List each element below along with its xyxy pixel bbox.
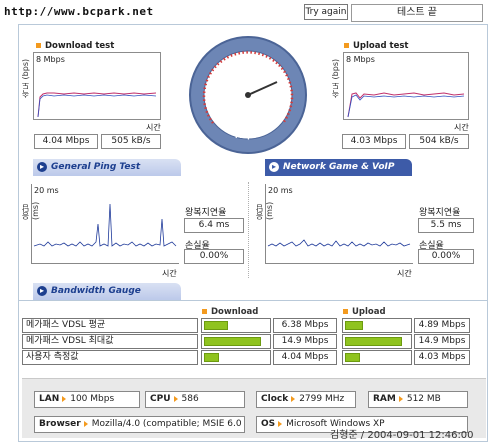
tab-game-voip[interactable]: ▸ Network Game & VoIP Test bbox=[265, 159, 412, 189]
arrow-right-icon bbox=[278, 420, 283, 427]
download-chart-svg bbox=[37, 92, 157, 118]
ping-left-latency-label: 왕복지연율 bbox=[185, 208, 227, 218]
lan-label: LAN bbox=[39, 394, 60, 404]
bw-download-bar bbox=[201, 318, 271, 333]
ping-right-latency-value: 5.5 ms bbox=[418, 218, 474, 233]
bw-upload-bar-fill bbox=[345, 353, 360, 362]
upload-speed-bps: 4.03 Mbps bbox=[342, 134, 406, 149]
download-speed-kBps: 505 kB/s bbox=[101, 134, 161, 149]
upload-xlabel: 시간 bbox=[454, 123, 469, 132]
gauge-unit-label: MBps bbox=[235, 132, 257, 140]
lan-value: 100 Mbps bbox=[70, 394, 115, 404]
section-divider bbox=[248, 182, 249, 278]
bw-download-bar bbox=[201, 334, 271, 349]
ram-info: RAM 512 MB bbox=[368, 391, 468, 408]
clock-value: 2799 MHz bbox=[299, 394, 345, 404]
speed-gauge: MBps bbox=[189, 36, 307, 154]
bw-download-bar-fill bbox=[204, 337, 261, 346]
arrow-right-icon bbox=[173, 395, 178, 402]
bw-download-bar-fill bbox=[204, 321, 228, 330]
lan-info: LAN 100 Mbps bbox=[34, 391, 140, 408]
tab-general-ping[interactable]: ▸ General Ping Test bbox=[33, 159, 181, 176]
upload-title: Upload test bbox=[344, 41, 408, 51]
bullet-icon bbox=[344, 43, 349, 48]
bw-upload-value: 4.89 Mbps bbox=[414, 318, 470, 333]
bw-row-label: 사용자 측정값 bbox=[22, 350, 198, 365]
bw-upload-bar bbox=[342, 334, 412, 349]
site-url: http://www.bcpark.net bbox=[4, 5, 154, 18]
ping-left-xlabel: 시간 bbox=[162, 269, 177, 278]
bw-download-header-text: Download bbox=[211, 307, 259, 317]
bw-upload-header: Upload bbox=[343, 307, 386, 317]
download-speed-bps: 4.04 Mbps bbox=[34, 134, 98, 149]
browser-info: Browser Mozilla/4.0 (compatible; MSIE 6.0 bbox=[34, 416, 245, 433]
bw-download-header: Download bbox=[202, 307, 258, 317]
arrow-right-icon bbox=[291, 395, 296, 402]
tab-bandwidth[interactable]: ▸ Bandwidth Gauge bbox=[33, 283, 181, 300]
browser-label: Browser bbox=[39, 419, 81, 429]
upload-ylabel: 속도 (bps) bbox=[331, 58, 340, 98]
tab-general-ping-label: General Ping Test bbox=[51, 162, 141, 172]
bw-upload-bar-fill bbox=[345, 337, 402, 346]
bullet-icon bbox=[343, 309, 348, 314]
bw-upload-bar-fill bbox=[345, 321, 363, 330]
cpu-info: CPU 586 bbox=[145, 391, 245, 408]
ping-left-chart-svg bbox=[33, 203, 177, 247]
bullet-icon bbox=[36, 43, 41, 48]
download-title: Download test bbox=[36, 41, 114, 51]
bw-upload-value: 14.9 Mbps bbox=[414, 334, 470, 349]
clock-info: Clock 2799 MHz bbox=[256, 391, 356, 408]
ping-right-latency-label: 왕복지연율 bbox=[419, 208, 461, 218]
download-ylabel: 속도 (bps) bbox=[21, 58, 30, 98]
clock-label: Clock bbox=[261, 394, 289, 404]
bw-download-bar bbox=[201, 350, 271, 365]
download-title-text: Download test bbox=[45, 41, 115, 51]
bw-download-bar-fill bbox=[204, 353, 219, 362]
try-again-button[interactable]: Try again bbox=[304, 4, 348, 20]
arrow-circle-icon: ▸ bbox=[37, 286, 47, 296]
ping-left-loss-value: 0.00% bbox=[184, 249, 244, 264]
bw-row-label: 메가패스 VDSL 최대값 bbox=[22, 334, 198, 349]
bw-upload-bar bbox=[342, 318, 412, 333]
arrow-circle-icon: ▸ bbox=[269, 162, 279, 172]
ping-left-latency-value: 6.4 ms bbox=[184, 218, 244, 233]
bw-download-value: 14.9 Mbps bbox=[273, 334, 337, 349]
ram-label: RAM bbox=[373, 394, 396, 404]
arrow-right-icon bbox=[62, 395, 67, 402]
upload-title-text: Upload test bbox=[353, 41, 409, 51]
download-chart: 8 Mbps bbox=[33, 52, 161, 120]
ping-right-chart-svg bbox=[267, 239, 411, 247]
bw-upload-value: 4.03 Mbps bbox=[414, 350, 470, 365]
download-xlabel: 시간 bbox=[146, 123, 161, 132]
os-label: OS bbox=[261, 419, 276, 429]
arrow-circle-icon: ▸ bbox=[37, 162, 47, 172]
cpu-value: 586 bbox=[181, 394, 199, 404]
cpu-label: CPU bbox=[150, 394, 171, 404]
bw-upload-header-text: Upload bbox=[352, 307, 386, 317]
bw-download-value: 6.38 Mbps bbox=[273, 318, 337, 333]
upload-chart-svg bbox=[347, 92, 465, 118]
test-end-status: 테스트 끝 bbox=[351, 4, 483, 22]
bw-upload-bar bbox=[342, 350, 412, 365]
ping-left-chart: 20 ms bbox=[31, 184, 179, 264]
section-rule bbox=[18, 300, 488, 301]
tab-bandwidth-label: Bandwidth Gauge bbox=[51, 286, 141, 296]
arrow-right-icon bbox=[83, 420, 88, 427]
bw-row-label: 메가패스 VDSL 평균 bbox=[22, 318, 198, 333]
upload-speed-kBps: 504 kB/s bbox=[409, 134, 469, 149]
ping-right-xlabel: 시간 bbox=[397, 269, 412, 278]
arrow-right-icon bbox=[398, 395, 403, 402]
ram-value: 512 MB bbox=[406, 394, 441, 404]
footer-signature: 김형준 / 2004-09-01 12:46:00 bbox=[330, 430, 474, 441]
upload-chart: 8 Mbps bbox=[343, 52, 469, 120]
bullet-icon bbox=[202, 309, 207, 314]
ping-right-chart: 20 ms bbox=[265, 184, 413, 264]
ping-right-loss-value: 0.00% bbox=[418, 249, 474, 264]
browser-value: Mozilla/4.0 (compatible; MSIE 6.0 bbox=[91, 419, 242, 429]
bw-download-value: 4.04 Mbps bbox=[273, 350, 337, 365]
